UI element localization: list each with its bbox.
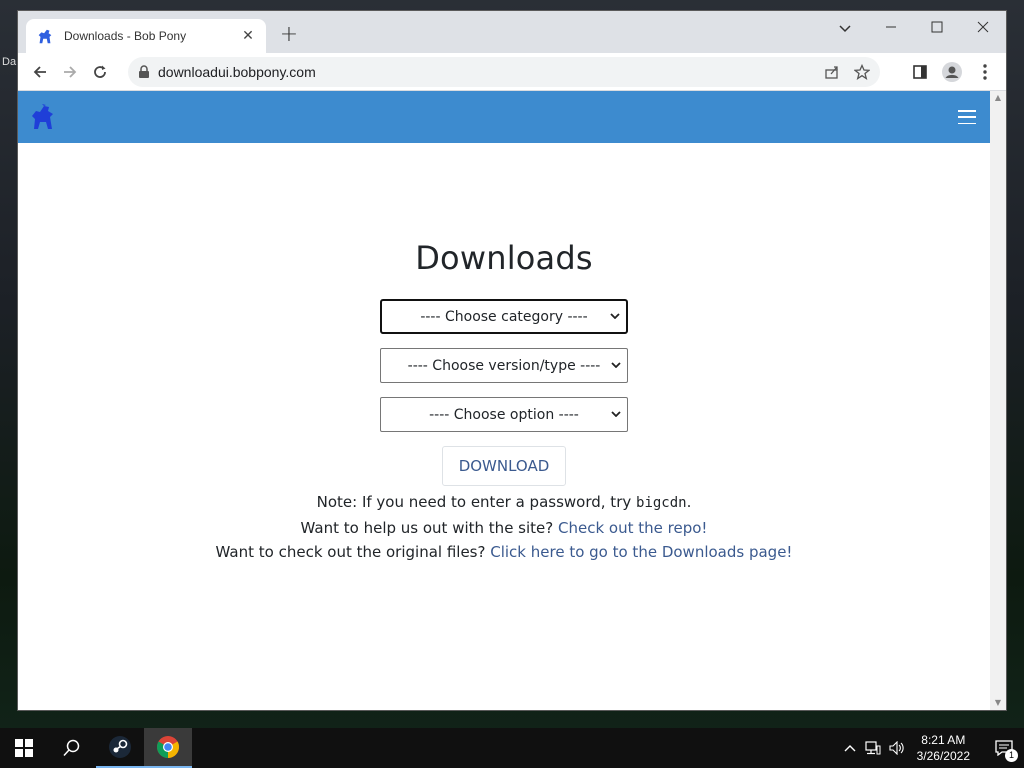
- tab-search-icon[interactable]: [822, 15, 868, 43]
- show-hidden-icons-button[interactable]: [839, 728, 861, 768]
- menu-button[interactable]: [970, 57, 1000, 87]
- browser-window: Downloads - Bob Pony ✕ + downloadui.bobp…: [17, 10, 1007, 711]
- tab-close-icon[interactable]: ✕: [240, 28, 256, 44]
- address-bar[interactable]: downloadui.bobpony.com: [128, 57, 880, 87]
- reload-icon: [94, 65, 106, 78]
- page-title: Downloads: [415, 239, 593, 277]
- new-tab-button[interactable]: +: [276, 23, 302, 49]
- password-note-text: Note: If you need to enter a password, t…: [316, 493, 637, 511]
- info-notes: Note: If you need to enter a password, t…: [216, 490, 793, 565]
- close-window-button[interactable]: [960, 15, 1006, 43]
- minimize-button[interactable]: [868, 15, 914, 43]
- tab-strip: Downloads - Bob Pony ✕ +: [18, 11, 1006, 53]
- chevron-down-icon: [611, 409, 621, 420]
- scroll-down-icon[interactable]: ▼: [990, 696, 1006, 710]
- downloads-page-link[interactable]: Click here to go to the Downloads page!: [490, 543, 792, 561]
- share-icon[interactable]: [824, 64, 840, 80]
- password-code: bigcdn: [636, 495, 687, 511]
- chevron-up-icon: [844, 745, 856, 752]
- windows-taskbar: 8:21 AM 3/26/2022 1: [0, 728, 1024, 768]
- volume-button[interactable]: [885, 728, 909, 768]
- back-button[interactable]: [25, 57, 55, 87]
- steam-taskbar-button[interactable]: [96, 728, 144, 768]
- category-select-value: ---- Choose category ----: [420, 308, 588, 325]
- desktop-icon-label[interactable]: Da: [2, 56, 18, 76]
- reload-button[interactable]: [85, 57, 115, 87]
- repo-link[interactable]: Check out the repo!: [558, 519, 707, 537]
- scroll-up-icon[interactable]: ▲: [990, 91, 1006, 105]
- bookmark-star-icon[interactable]: [854, 64, 870, 80]
- tab-downloads[interactable]: Downloads - Bob Pony ✕: [26, 19, 266, 53]
- forward-arrow-icon: [64, 65, 77, 78]
- option-select[interactable]: ---- Choose option ----: [380, 397, 628, 432]
- action-center-button[interactable]: 1: [984, 728, 1024, 768]
- download-button[interactable]: DOWNLOAD: [441, 446, 567, 486]
- chevron-down-icon: [610, 311, 620, 322]
- profile-button[interactable]: [937, 57, 967, 87]
- search-button[interactable]: [48, 728, 96, 768]
- bobpony-favicon-icon: [38, 29, 52, 44]
- speaker-icon: [889, 741, 904, 755]
- clock-time: 8:21 AM: [921, 733, 966, 747]
- notification-count-badge: 1: [1005, 749, 1018, 762]
- system-tray: 8:21 AM 3/26/2022 1: [839, 728, 1024, 768]
- search-icon: [63, 739, 80, 757]
- category-select[interactable]: ---- Choose category ----: [380, 299, 628, 334]
- windows-logo-icon: [15, 739, 33, 757]
- site-logo-pony-icon[interactable]: [30, 103, 56, 131]
- start-button[interactable]: [0, 728, 48, 768]
- repo-note: Want to help us out with the site? Check…: [216, 516, 793, 541]
- option-select-value: ---- Choose option ----: [429, 406, 579, 423]
- browser-toolbar: downloadui.bobpony.com: [18, 53, 1006, 91]
- network-icon: [865, 741, 881, 755]
- lock-icon[interactable]: [138, 65, 150, 79]
- files-note: Want to check out the original files? Cl…: [216, 540, 793, 565]
- side-panel-button[interactable]: [905, 57, 935, 87]
- maximize-button[interactable]: [914, 15, 960, 43]
- network-button[interactable]: [861, 728, 885, 768]
- files-note-text: Want to check out the original files?: [215, 543, 491, 561]
- version-select[interactable]: ---- Choose version/type ----: [380, 348, 628, 383]
- clock[interactable]: 8:21 AM 3/26/2022: [917, 732, 970, 764]
- side-panel-icon: [913, 65, 927, 79]
- kebab-menu-icon: [983, 64, 987, 80]
- downloads-content: Downloads ---- Choose category ---- ----…: [18, 143, 990, 710]
- password-note-end: .: [686, 493, 692, 511]
- tab-title: Downloads - Bob Pony: [64, 29, 187, 43]
- chevron-down-icon: [611, 360, 621, 371]
- chrome-taskbar-button[interactable]: [144, 728, 192, 768]
- clock-date: 3/26/2022: [916, 749, 970, 763]
- repo-note-text: Want to help us out with the site?: [300, 518, 559, 537]
- chrome-icon: [157, 736, 179, 758]
- page-scrollbar[interactable]: ▲ ▼: [990, 91, 1006, 710]
- back-arrow-icon: [33, 65, 46, 78]
- url-text[interactable]: downloadui.bobpony.com: [158, 64, 824, 80]
- forward-button[interactable]: [55, 57, 85, 87]
- hamburger-menu-icon[interactable]: [958, 110, 976, 124]
- version-select-value: ---- Choose version/type ----: [407, 357, 601, 374]
- profile-avatar-icon: [942, 62, 962, 82]
- page-viewport: ▲ ▼ Downloads ---- Choose category ---- …: [18, 91, 1006, 710]
- steam-icon: [109, 736, 131, 758]
- site-navbar: [18, 91, 990, 143]
- password-note: Note: If you need to enter a password, t…: [216, 490, 793, 516]
